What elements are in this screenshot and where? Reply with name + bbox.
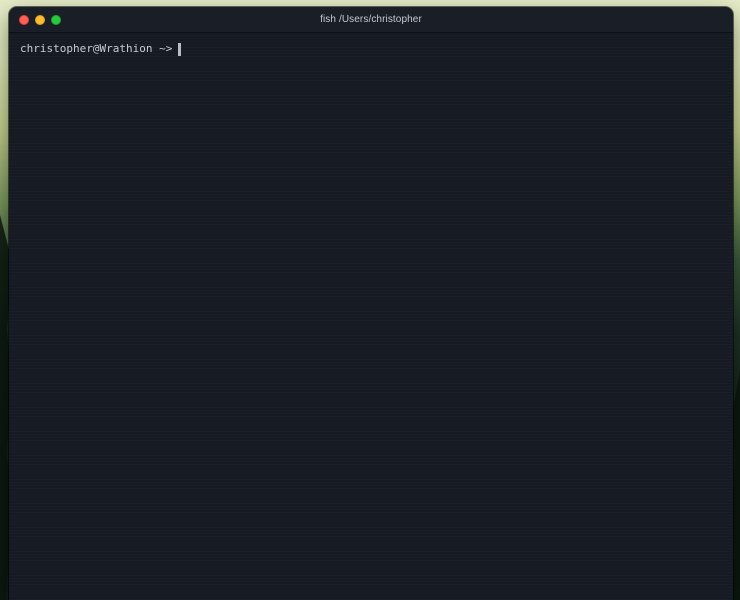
- window-title: fish /Users/christopher: [320, 14, 422, 25]
- terminal-window[interactable]: fish /Users/christopher christopher@Wrat…: [9, 7, 733, 600]
- terminal-content-area[interactable]: christopher@Wrathion ~ >: [9, 33, 733, 600]
- prompt-symbol: >: [165, 42, 173, 55]
- prompt-user-host: christopher@Wrathion: [20, 42, 153, 55]
- prompt-current-directory: ~: [159, 42, 166, 55]
- close-window-button[interactable]: [19, 15, 29, 25]
- text-cursor: [178, 42, 182, 56]
- maximize-window-button[interactable]: [51, 15, 61, 25]
- wallpaper-tree-right: [732, 370, 740, 600]
- minimize-window-button[interactable]: [35, 15, 45, 25]
- window-controls: [19, 15, 61, 25]
- shell-prompt-line: christopher@Wrathion ~ >: [20, 42, 722, 56]
- window-titlebar[interactable]: fish /Users/christopher: [9, 7, 733, 33]
